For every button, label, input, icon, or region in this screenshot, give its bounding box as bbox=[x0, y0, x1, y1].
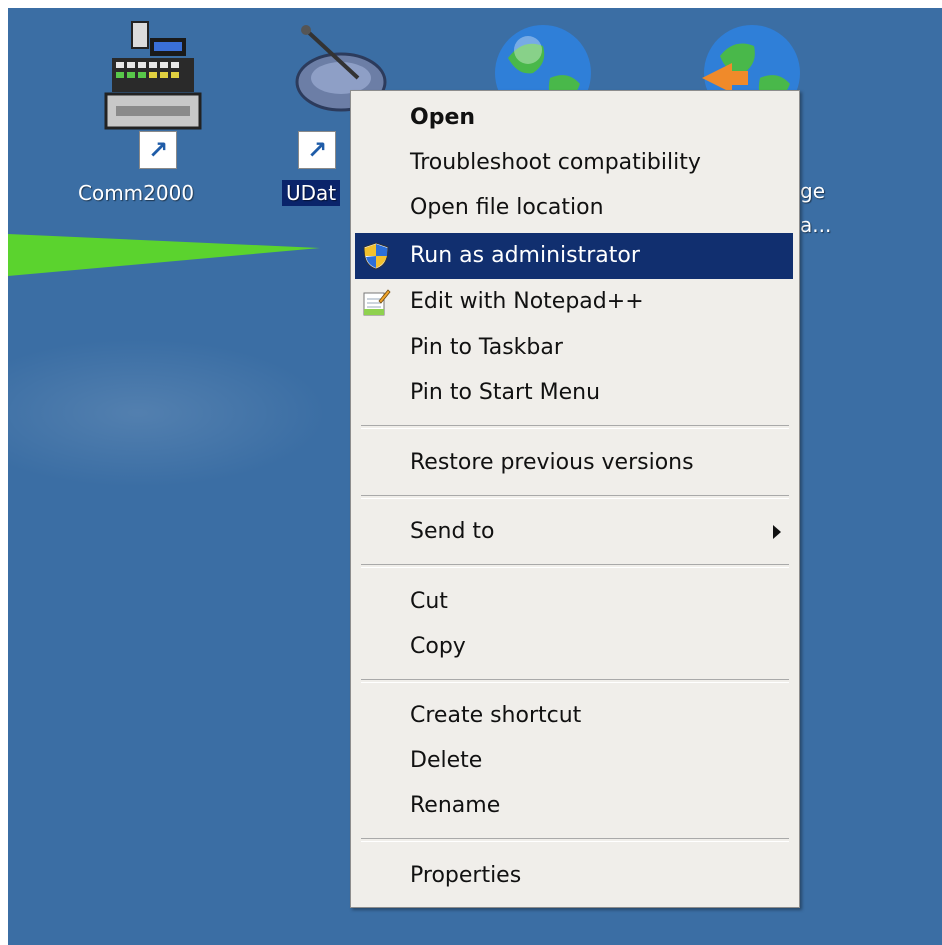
icon-label: Comm2000 bbox=[78, 181, 195, 205]
menu-item-pin-to-start-menu[interactable]: Pin to Start Menu bbox=[355, 370, 793, 416]
uac-shield-icon bbox=[363, 242, 389, 270]
menu-item-cut[interactable]: Cut bbox=[355, 579, 793, 625]
menu-item-restore-previous-versions[interactable]: Restore previous versions bbox=[355, 440, 793, 486]
menu-item-label: Edit with Notepad++ bbox=[410, 289, 644, 314]
menu-item-rename[interactable]: Rename bbox=[355, 783, 793, 829]
menu-separator bbox=[361, 838, 789, 842]
wallpaper-swoosh bbox=[8, 338, 328, 488]
shortcut-arrow-icon: ↗ bbox=[139, 131, 177, 169]
menu-item-copy[interactable]: Copy bbox=[355, 624, 793, 670]
menu-separator bbox=[361, 679, 789, 683]
menu-item-send-to[interactable]: Send to bbox=[355, 509, 793, 555]
shortcut-arrow-icon: ↗ bbox=[298, 131, 336, 169]
desktop-icon-comm2000[interactable]: ↗ Comm2000 bbox=[56, 20, 206, 205]
menu-item-label: Send to bbox=[410, 519, 495, 544]
menu-item-troubleshoot-compatibility[interactable]: Troubleshoot compatibility bbox=[355, 140, 793, 186]
menu-item-label: Create shortcut bbox=[410, 703, 582, 728]
icon-label: UDat bbox=[282, 180, 341, 206]
menu-item-edit-with-notepad-plus-plus[interactable]: Edit with Notepad++ bbox=[355, 279, 793, 325]
menu-item-pin-to-taskbar[interactable]: Pin to Taskbar bbox=[355, 325, 793, 371]
menu-separator bbox=[361, 564, 789, 568]
menu-separator bbox=[361, 495, 789, 499]
icon-label: ge bbox=[800, 179, 825, 203]
menu-item-label: Restore previous versions bbox=[410, 450, 694, 475]
menu-item-create-shortcut[interactable]: Create shortcut bbox=[355, 693, 793, 739]
menu-item-open-file-location[interactable]: Open file location bbox=[355, 185, 793, 231]
menu-item-label: Troubleshoot compatibility bbox=[410, 150, 701, 175]
menu-item-label: Properties bbox=[410, 863, 522, 888]
menu-item-open[interactable]: Open bbox=[355, 95, 793, 141]
menu-item-label: Cut bbox=[410, 589, 448, 614]
menu-item-label: Rename bbox=[410, 793, 501, 818]
menu-item-label: Pin to Taskbar bbox=[410, 335, 563, 360]
menu-item-delete[interactable]: Delete bbox=[355, 738, 793, 784]
submenu-arrow-icon bbox=[773, 525, 781, 539]
menu-item-label: Run as administrator bbox=[410, 243, 640, 268]
menu-item-label: Delete bbox=[410, 748, 483, 773]
notepad-plus-plus-icon bbox=[363, 289, 391, 316]
menu-item-label: Pin to Start Menu bbox=[410, 380, 601, 405]
menu-item-label: Copy bbox=[410, 634, 466, 659]
menu-separator bbox=[361, 425, 789, 429]
green-pointer-arrow bbox=[8, 234, 320, 276]
menu-item-properties[interactable]: Properties bbox=[355, 853, 793, 899]
menu-item-run-as-administrator[interactable]: Run as administrator bbox=[355, 233, 793, 279]
menu-item-label: Open file location bbox=[410, 195, 604, 220]
menu-item-label: Open bbox=[410, 105, 476, 130]
cash-register-icon bbox=[104, 21, 202, 130]
icon-label: a... bbox=[800, 213, 832, 237]
context-menu: Open Troubleshoot compatibility Open fil… bbox=[350, 90, 800, 908]
